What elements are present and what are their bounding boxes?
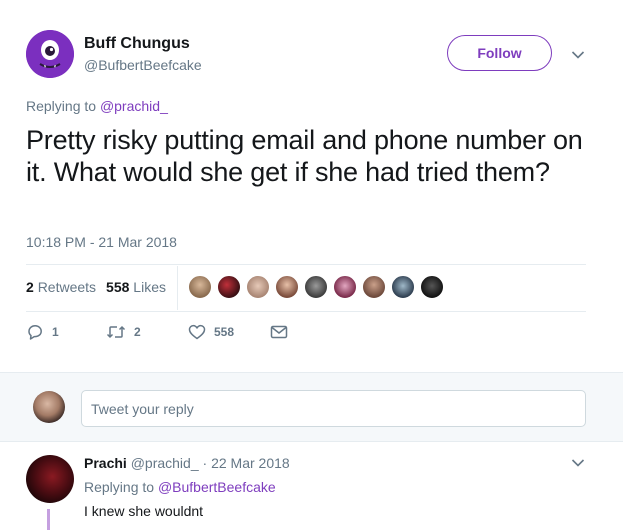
divider (26, 264, 586, 265)
likes-label: Likes (133, 279, 166, 295)
liker-avatar[interactable] (246, 275, 270, 299)
liker-avatar[interactable] (275, 275, 299, 299)
main-tweet: Buff Chungus @BufbertBeefcake Follow Rep… (0, 0, 623, 372)
liker-avatar[interactable] (304, 275, 328, 299)
author-name[interactable]: Buff Chungus (84, 35, 190, 53)
reply-author-handle[interactable]: @prachid_ (131, 455, 199, 471)
liker-avatar[interactable] (188, 275, 212, 299)
reply-text: I knew she wouldnt (84, 503, 204, 519)
replying-prefix: Replying to (26, 98, 97, 114)
liker-avatar[interactable] (391, 275, 415, 299)
retweets-label: Retweets (37, 279, 97, 295)
chevron-down-icon[interactable] (571, 458, 585, 468)
stats-separator (177, 266, 178, 310)
reply-count: 1 (52, 325, 59, 339)
liker-avatar[interactable] (217, 275, 241, 299)
monster-avatar-icon (26, 30, 74, 78)
tweet-timestamp[interactable]: 10:18 PM - 21 Mar 2018 (26, 234, 177, 250)
reply-author-avatar[interactable] (26, 455, 74, 503)
thread-line (47, 509, 50, 530)
tweet-actions: 1 2 558 (26, 323, 288, 341)
likes-stat[interactable]: 558 Likes (106, 279, 166, 295)
direct-message-action[interactable] (270, 324, 288, 340)
like-count: 558 (214, 325, 235, 339)
tweet-stats: 2 Retweets 558 Likes (26, 279, 166, 295)
retweets-count: 2 (26, 279, 34, 295)
reply-tweet: Prachi @prachid_ · 22 Mar 2018 Replying … (0, 443, 623, 530)
chevron-down-icon[interactable] (571, 50, 585, 60)
retweet-action[interactable]: 2 (106, 324, 188, 340)
envelope-icon (270, 325, 288, 339)
reply-composer: Tweet your reply (0, 372, 623, 442)
divider (26, 311, 586, 312)
liker-avatar[interactable] (420, 275, 444, 299)
reply-action[interactable]: 1 (26, 323, 106, 341)
author-handle[interactable]: @BufbertBeefcake (84, 57, 202, 73)
tweet-text: Pretty risky putting email and phone num… (26, 125, 583, 187)
reply-replying-to: Replying to @BufbertBeefcake (84, 479, 276, 495)
reply-header: Prachi @prachid_ · 22 Mar 2018 (84, 455, 290, 471)
replying-to: Replying to @prachid_ (26, 98, 168, 114)
liker-avatar[interactable] (362, 275, 386, 299)
follow-button[interactable]: Follow (447, 35, 552, 71)
retweets-stat[interactable]: 2 Retweets (26, 279, 96, 295)
reply-icon (28, 325, 42, 340)
reply-replying-to-link[interactable]: @BufbertBeefcake (158, 479, 276, 495)
reply-date-separator: · (202, 455, 208, 471)
like-action[interactable]: 558 (188, 324, 270, 340)
current-user-avatar[interactable] (33, 391, 65, 423)
heart-icon (188, 324, 206, 340)
author-avatar[interactable] (26, 30, 74, 78)
retweet-icon (106, 325, 126, 339)
reply-replying-prefix: Replying to (84, 479, 155, 495)
reply-date[interactable]: 22 Mar 2018 (211, 455, 290, 471)
reply-input[interactable]: Tweet your reply (81, 390, 586, 427)
retweet-count: 2 (134, 325, 141, 339)
reply-author-name[interactable]: Prachi (84, 455, 127, 471)
likes-count: 558 (106, 279, 130, 295)
liker-avatar[interactable] (333, 275, 357, 299)
liker-avatars (188, 275, 444, 299)
replying-to-link[interactable]: @prachid_ (100, 98, 168, 114)
